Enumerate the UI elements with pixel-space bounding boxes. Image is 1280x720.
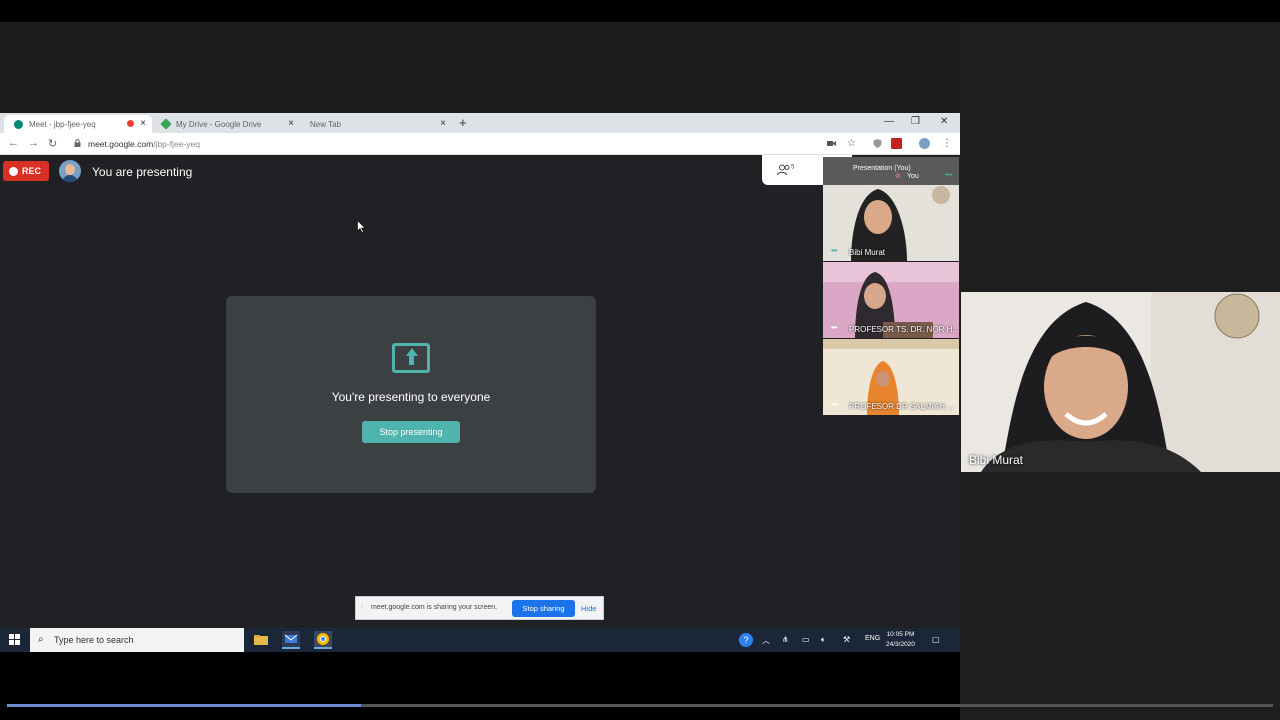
presenting-status: You are presenting	[92, 165, 193, 179]
participant-tile[interactable]: ••• Bibi Murat	[823, 185, 959, 261]
tab-bar: Meet - jbp-fjee-yeq × My Drive - Google …	[0, 113, 960, 133]
participant-tile[interactable]: ••• PROFESOR TS. DR. NOR H...	[823, 262, 959, 338]
video-progress-bar[interactable]	[7, 704, 1273, 707]
more-options-icon[interactable]: •••	[945, 172, 952, 179]
participant-name: Bibi Murat	[849, 248, 886, 257]
help-icon[interactable]: ?	[739, 633, 753, 647]
more-options-icon[interactable]: •••	[831, 323, 837, 332]
url-path: /jbp-fjee-yeq	[153, 139, 200, 149]
back-icon[interactable]: ←	[8, 137, 19, 149]
language-indicator[interactable]: ENG	[865, 635, 880, 642]
card-title: You're presenting to everyone	[331, 390, 491, 404]
stop-presenting-button[interactable]: Stop presenting	[362, 421, 460, 443]
shield-icon[interactable]	[872, 138, 883, 149]
presentation-tile[interactable]: Presentation (You) You ⊘ •••	[823, 157, 959, 185]
url-host: meet.google.com	[88, 139, 154, 149]
mouse-cursor-icon	[357, 220, 366, 233]
taskbar-search-input[interactable]: ⌕ Type here to search	[30, 628, 244, 652]
sharing-message: meet.google.com is sharing your screen.	[371, 604, 498, 611]
new-tab-button[interactable]: +	[459, 115, 467, 130]
stop-sharing-button[interactable]: Stop sharing	[512, 600, 575, 617]
screen-root: Meet - jbp-fjee-yeq × My Drive - Google …	[0, 0, 1280, 720]
volume-icon[interactable]: 🔈︎	[821, 635, 826, 645]
file-explorer-icon[interactable]	[252, 631, 270, 649]
tab-label: Meet - jbp-fjee-yeq	[29, 119, 96, 129]
battery-icon[interactable]: ▭	[802, 635, 810, 644]
participant-tile[interactable]: ••• PROFESOR DR SALMIAH ...	[823, 339, 959, 415]
people-button[interactable]: 5	[777, 164, 794, 176]
participant-video	[823, 185, 959, 261]
reload-icon[interactable]: ↻	[48, 137, 57, 150]
recording-dot-icon	[127, 120, 134, 127]
presenting-card: You're presenting to everyone Stop prese…	[226, 296, 596, 493]
recording-badge: REC	[3, 161, 49, 181]
tools-icon[interactable]: ⚒︎	[843, 635, 850, 644]
close-tab-icon[interactable]: ×	[288, 118, 294, 129]
drag-handle-icon[interactable]: ⁞	[361, 604, 363, 611]
mic-off-icon: ⊘	[895, 173, 901, 180]
forward-icon[interactable]: →	[28, 137, 39, 149]
main-participant-video: Bibi Murat	[961, 292, 1280, 472]
browser-window: Meet - jbp-fjee-yeq × My Drive - Google …	[0, 113, 960, 628]
tab-drive[interactable]: My Drive - Google Drive ×	[152, 115, 300, 133]
address-bar: ← → ↻ meet.google.com/jbp-fjee-yeq ☆ ⋮	[0, 133, 960, 155]
participant-name: PROFESOR TS. DR. NOR H...	[849, 325, 959, 334]
present-screen-icon	[392, 343, 430, 373]
notifications-icon[interactable]: ▢	[932, 635, 940, 644]
people-icon	[777, 164, 790, 176]
record-dot-icon	[9, 166, 18, 176]
more-options-icon[interactable]: •••	[831, 246, 837, 255]
participant-name: PROFESOR DR SALMIAH ...	[849, 402, 954, 411]
tab-label: My Drive - Google Drive	[176, 119, 262, 129]
presentation-tile-label: Presentation (You)	[853, 165, 911, 172]
network-icon[interactable]: ⋔	[782, 635, 789, 644]
minimize-button[interactable]: —	[884, 116, 894, 127]
tab-meet[interactable]: Meet - jbp-fjee-yeq ×	[4, 115, 152, 133]
search-icon: ⌕	[38, 634, 44, 645]
avatar	[59, 160, 81, 182]
close-window-button[interactable]: ✕	[940, 116, 948, 127]
meet-stage: REC You are presenting 5 Presentation (Y…	[0, 155, 960, 628]
participant-video	[961, 292, 1280, 472]
chrome-icon[interactable]	[314, 631, 332, 649]
main-participant-name: Bibi Murat	[969, 453, 1024, 467]
people-count: 5	[791, 164, 795, 171]
clock-date: 24/3/2020	[886, 641, 915, 648]
close-tab-icon[interactable]: ×	[440, 118, 446, 129]
desktop-background	[0, 22, 960, 114]
mail-app-icon[interactable]	[282, 631, 300, 649]
windows-taskbar: ⌕ Type here to search ? ︿ ⋔ ▭ 🔈︎ ⚒︎ ENG …	[0, 628, 960, 652]
rec-label: REC	[22, 166, 42, 176]
bookmark-star-icon[interactable]: ☆	[847, 138, 858, 149]
clock-time: 10:05 PM	[886, 631, 915, 638]
camera-icon[interactable]	[826, 138, 837, 149]
search-placeholder: Type here to search	[54, 635, 134, 645]
taskbar-clock[interactable]: 10:05 PM 24/3/2020	[886, 630, 915, 650]
windows-start-icon[interactable]	[9, 634, 20, 645]
top-letterbox	[0, 0, 1280, 22]
maximize-button[interactable]: ❐	[911, 116, 920, 127]
screen-sharing-bar: ⁞ meet.google.com is sharing your screen…	[355, 596, 604, 620]
profile-avatar-icon[interactable]	[919, 138, 930, 149]
hide-button[interactable]: Hide	[581, 604, 596, 613]
lock-icon	[74, 139, 81, 147]
chevron-up-icon[interactable]: ︿	[762, 635, 770, 646]
tab-label: New Tab	[310, 119, 341, 129]
close-tab-icon[interactable]: ×	[140, 118, 146, 129]
pdf-extension-icon[interactable]	[891, 138, 902, 149]
you-label: You	[907, 173, 919, 180]
meet-icon	[14, 119, 23, 129]
tab-new[interactable]: New Tab ×	[300, 115, 452, 133]
more-options-icon[interactable]: •••	[831, 400, 837, 409]
lower-letterbox	[0, 652, 960, 720]
url-field[interactable]: meet.google.com/jbp-fjee-yeq	[88, 139, 200, 149]
kebab-menu-icon[interactable]: ⋮	[942, 138, 953, 149]
video-progress-fill	[7, 704, 362, 707]
drive-icon	[160, 118, 172, 130]
